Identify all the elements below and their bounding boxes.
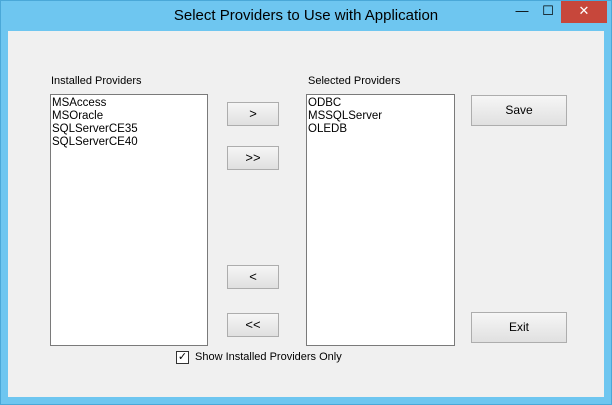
selected-providers-list[interactable]: ODBC MSSQLServer OLEDB xyxy=(306,94,455,346)
list-item[interactable]: OLEDB xyxy=(308,123,453,136)
selected-providers-label: Selected Providers xyxy=(308,75,401,87)
add-provider-button[interactable]: > xyxy=(227,102,279,126)
remove-provider-button[interactable]: < xyxy=(227,265,279,289)
list-item[interactable]: MSSQLServer xyxy=(308,110,453,123)
close-button[interactable]: ✕ xyxy=(561,1,607,23)
remove-all-providers-button[interactable]: << xyxy=(227,313,279,337)
installed-providers-list[interactable]: MSAccess MSOracle SQLServerCE35 SQLServe… xyxy=(50,94,208,346)
checkbox-box[interactable]: ✓ xyxy=(176,351,189,364)
list-item[interactable]: MSAccess xyxy=(52,97,206,110)
maximize-button[interactable]: ☐ xyxy=(535,1,561,23)
title-bar[interactable]: Select Providers to Use with Application… xyxy=(1,1,611,31)
minimize-button[interactable]: — xyxy=(509,1,535,23)
app-window: Select Providers to Use with Application… xyxy=(0,0,612,405)
list-item[interactable]: ODBC xyxy=(308,97,453,110)
add-all-providers-button[interactable]: >> xyxy=(227,146,279,170)
installed-providers-label: Installed Providers xyxy=(51,75,142,87)
checkbox-label[interactable]: Show Installed Providers Only xyxy=(195,351,342,363)
list-item[interactable]: SQLServerCE35 xyxy=(52,123,206,136)
save-button[interactable]: Save xyxy=(471,95,567,126)
dialog-body: Installed Providers MSAccess MSOracle SQ… xyxy=(8,31,604,397)
list-item[interactable]: MSOracle xyxy=(52,110,206,123)
list-item[interactable]: SQLServerCE40 xyxy=(52,136,206,149)
exit-button[interactable]: Exit xyxy=(471,312,567,343)
